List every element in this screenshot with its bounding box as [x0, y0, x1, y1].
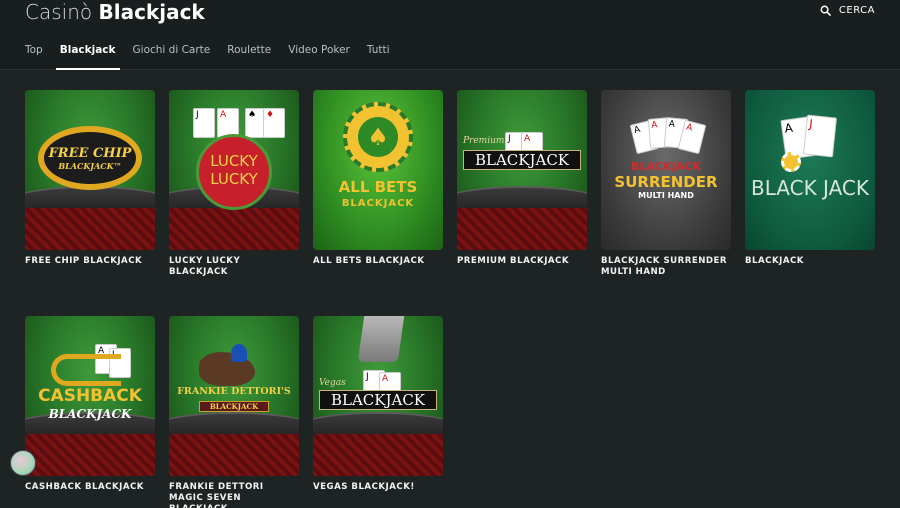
game-logo-line2: BLACKJACK — [48, 407, 132, 421]
game-logo-line2: BLACKJACK™ — [58, 161, 122, 171]
game-title: PREMIUM BLACKJACK — [457, 256, 570, 266]
tab-tutti[interactable]: Tutti — [367, 44, 390, 70]
game-tile[interactable]: A J CASHBACK BLACKJACK CASHBACK BLACKJAC… — [25, 316, 155, 493]
game-title: VEGAS BLACKJACK! — [313, 482, 415, 492]
chat-avatar-button[interactable] — [10, 450, 36, 476]
game-title: FRANKIE DETTORI MAGIC SEVEN BLACKJACK — [169, 482, 264, 508]
game-thumbnail: A J CASHBACK BLACKJACK — [25, 316, 155, 476]
game-tile[interactable]: J A Vegas BLACKJACK VEGAS BLACKJACK! — [313, 316, 443, 493]
game-title: FREE CHIP BLACKJACK — [25, 256, 143, 266]
game-thumbnail: J A ♠ ♦ LUCKY LUCKY — [169, 90, 299, 250]
page-title: Casinò Blackjack — [25, 0, 205, 24]
game-thumbnail: A J BLACK JACK — [745, 90, 875, 250]
game-logo-line2: LUCKY — [210, 170, 258, 188]
game-thumbnail: FREE CHIP BLACKJACK™ — [25, 90, 155, 250]
game-logo-line1: CASHBACK — [38, 386, 142, 406]
header: Casinò Blackjack CERCA Top Blackjack Gio… — [0, 0, 900, 70]
search-button[interactable]: CERCA — [820, 5, 875, 16]
game-logo-line1: BLACK JACK — [750, 176, 870, 200]
game-tile[interactable]: FREE CHIP BLACKJACK™ FREE CHIP BLACKJACK — [25, 90, 155, 267]
category-tabs: Top Blackjack Giochi di Carte Roulette V… — [25, 44, 407, 70]
page-title-main: Blackjack — [98, 0, 205, 24]
game-title: LUCKY LUCKY BLACKJACK — [169, 256, 241, 277]
game-logo-line2: BLACKJACK — [319, 390, 437, 410]
game-logo-line1: Premium — [463, 136, 505, 146]
search-label: CERCA — [838, 5, 875, 16]
game-title: CASHBACK BLACKJACK — [25, 482, 144, 492]
game-thumbnail: J A Vegas BLACKJACK — [313, 316, 443, 476]
tab-blackjack[interactable]: Blackjack — [55, 44, 120, 70]
game-logo-line1: ALL BETS — [338, 178, 418, 196]
game-tile[interactable]: ♠ ALL BETS BLACKJACK ALL BETS BLACKJACK — [313, 90, 443, 267]
game-logo-line2: BLACKJACK — [341, 198, 415, 209]
game-logo-line2: SURRENDER — [614, 173, 718, 191]
game-tile[interactable]: J A Premium BLACKJACK PREMIUM BLACKJACK — [457, 90, 587, 267]
game-logo-line3: MULTI HAND — [638, 191, 694, 200]
game-thumbnail: FRANKIE DETTORI'S BLACKJACK — [169, 316, 299, 476]
game-title: ALL BETS BLACKJACK — [313, 256, 425, 266]
tab-roulette[interactable]: Roulette — [227, 44, 271, 70]
game-title: BLACKJACK SURRENDER MULTI HAND — [601, 256, 728, 277]
game-thumbnail: J A Premium BLACKJACK — [457, 90, 587, 250]
search-icon — [820, 5, 831, 16]
game-thumbnail: A A A A BLACKJACK SURRENDER MULTI HAND — [601, 90, 731, 250]
tab-top[interactable]: Top — [25, 44, 43, 70]
game-logo-line1: LUCKY — [210, 152, 258, 170]
tab-giochi-di-carte[interactable]: Giochi di Carte — [133, 44, 211, 70]
game-logo-line1: Vegas — [319, 378, 346, 388]
game-tile[interactable]: J A ♠ ♦ LUCKY LUCKY LUCKY LUCKY BLACKJAC… — [169, 90, 299, 278]
game-logo-line2: BLACKJACK — [463, 150, 581, 170]
game-tile[interactable]: A J BLACK JACK BLACKJACK — [745, 90, 875, 267]
game-tile[interactable]: A A A A BLACKJACK SURRENDER MULTI HAND B… — [601, 90, 731, 278]
game-tile[interactable]: FRANKIE DETTORI'S BLACKJACK FRANKIE DETT… — [169, 316, 299, 508]
game-thumbnail: ♠ ALL BETS BLACKJACK — [313, 90, 443, 250]
game-logo-line1: BLACKJACK — [631, 160, 701, 173]
game-title: BLACKJACK — [745, 256, 804, 266]
tab-video-poker[interactable]: Video Poker — [288, 44, 350, 70]
game-logo-line1: FREE CHIP — [48, 146, 132, 161]
game-logo-line1: FRANKIE DETTORI'S — [177, 386, 291, 397]
page-title-prefix: Casinò — [25, 0, 93, 24]
game-logo-line2: BLACKJACK — [199, 401, 269, 412]
